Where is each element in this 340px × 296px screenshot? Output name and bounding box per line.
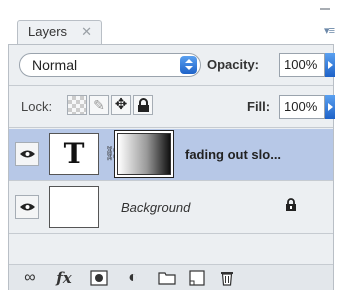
lock-all-icon[interactable] [133, 95, 153, 115]
chevron-updown-icon [180, 56, 197, 74]
lock-position-icon[interactable]: ✥ [111, 95, 131, 115]
layers-panel: Layers ✕ ▾≡ Normal Opacity: 100% Lock: ✎… [0, 0, 340, 296]
link-layers-icon[interactable]: ∞ [17, 268, 43, 288]
opacity-field[interactable]: 100% [279, 53, 325, 77]
new-group-icon[interactable] [157, 268, 177, 288]
divider [9, 85, 333, 86]
layer-row-text[interactable]: T ⛓ fading out slo... [9, 129, 333, 181]
layer-name[interactable]: fading out slo... [185, 147, 281, 162]
add-mask-icon[interactable] [89, 268, 109, 288]
layer-thumbnail: T [49, 133, 99, 175]
fx-button[interactable]: fx [49, 268, 79, 288]
layers-toolbar: ∞ fx ◐ [9, 264, 333, 290]
close-icon[interactable]: ✕ [81, 21, 92, 43]
trash-icon[interactable] [217, 268, 237, 288]
lock-icon [285, 198, 297, 217]
layer-row-background[interactable]: Background [9, 182, 333, 234]
new-layer-icon[interactable] [187, 268, 207, 288]
layer-name[interactable]: Background [121, 200, 190, 215]
layer-mask-thumbnail[interactable] [117, 133, 171, 175]
fill-field[interactable]: 100% [279, 95, 325, 119]
opacity-label: Opacity: [207, 57, 260, 72]
blend-mode-value: Normal [32, 57, 78, 73]
layers-empty-area [9, 234, 333, 264]
fill-label: Fill: [247, 99, 271, 114]
lock-transparent-pixels-icon[interactable] [67, 95, 87, 115]
opacity-slider-button[interactable] [325, 53, 335, 77]
panel-menu-icon[interactable]: ▾≡ [324, 24, 335, 37]
lock-label: Lock: [21, 99, 53, 114]
eye-icon[interactable] [15, 195, 39, 219]
tab-layers[interactable]: Layers ✕ [17, 20, 102, 44]
adjustment-layer-icon[interactable]: ◐ [121, 268, 145, 288]
blend-mode-select[interactable]: Normal [19, 53, 201, 77]
panel-title-bar: Layers ✕ ▾≡ [0, 0, 340, 44]
eye-icon[interactable] [15, 142, 39, 166]
layer-thumbnail [49, 186, 99, 228]
minimize-icon[interactable] [320, 8, 330, 10]
fill-slider-button[interactable] [325, 95, 335, 119]
tab-label: Layers [28, 24, 68, 39]
lock-image-pixels-icon[interactable]: ✎ [89, 95, 109, 115]
divider [9, 127, 333, 128]
layers-panel-body: Normal Opacity: 100% Lock: ✎ ✥ Fill: 100… [8, 44, 335, 290]
